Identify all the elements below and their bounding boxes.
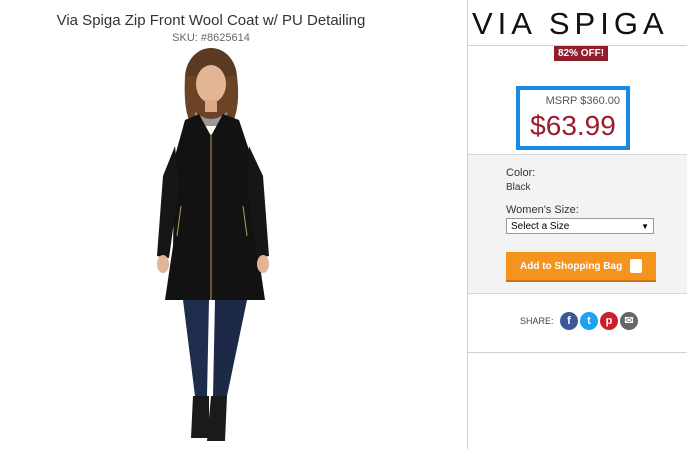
add-to-bag-label: Add to Shopping Bag [520, 261, 623, 272]
color-value: Black [506, 182, 531, 193]
divider [468, 352, 687, 353]
sale-price: $63.99 [530, 110, 616, 141]
brand-logo: VIA SPIGA [472, 5, 687, 41]
purchase-panel: VIA SPIGA 82% OFF! MSRP $360.00 $63.99 C… [468, 0, 687, 449]
twitter-icon[interactable]: t [580, 312, 598, 330]
discount-badge: 82% OFF! [554, 46, 609, 61]
product-photo [157, 48, 269, 441]
price-highlight-box: MSRP $360.00 $63.99 [516, 86, 630, 150]
share-label: SHARE: [520, 316, 554, 326]
add-to-bag-button[interactable]: Add to Shopping Bag [506, 252, 656, 282]
email-icon[interactable]: ✉ [620, 312, 638, 330]
product-sku: SKU: #8625614 [172, 32, 250, 44]
chevron-down-icon: ▼ [641, 222, 649, 231]
size-select[interactable]: Select a Size ▼ [506, 218, 654, 234]
product-image-panel: Via Spiga Zip Front Wool Coat w/ PU Deta… [0, 0, 468, 449]
size-select-value: Select a Size [511, 221, 570, 232]
product-title: Via Spiga Zip Front Wool Coat w/ PU Deta… [56, 12, 366, 29]
color-label: Color: [506, 167, 536, 179]
msrp-price: MSRP $360.00 [545, 95, 620, 107]
brand-logo-text: VIA SPIGA [472, 6, 669, 41]
size-label: Women's Size: [506, 204, 579, 216]
shopping-bag-icon [630, 259, 642, 273]
pinterest-icon[interactable]: p [600, 312, 618, 330]
product-options: Color: Black Women's Size: Select a Size… [468, 154, 687, 294]
facebook-icon[interactable]: f [560, 312, 578, 330]
